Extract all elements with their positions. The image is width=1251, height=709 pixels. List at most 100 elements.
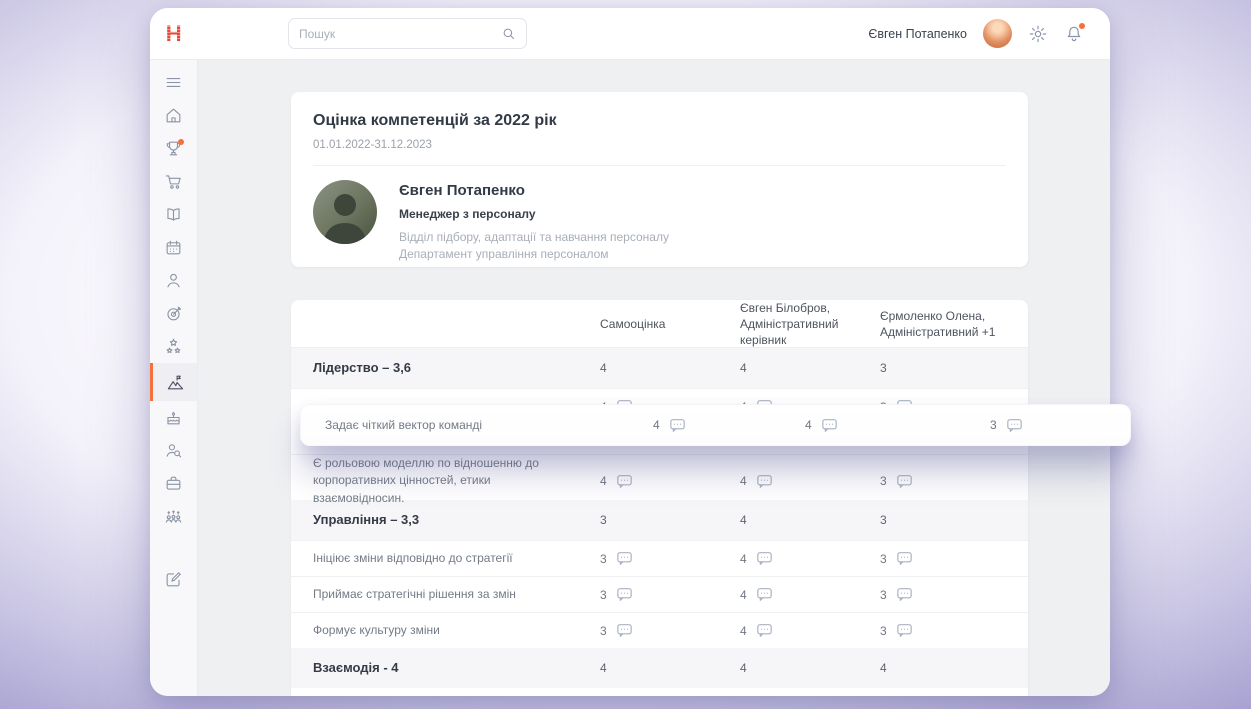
score-cell: 4 xyxy=(740,361,880,375)
score-value: 3 xyxy=(880,474,887,488)
employee-department: Відділ підбору, адаптації та навчання пе… xyxy=(399,229,669,264)
sidebar-item-cake[interactable] xyxy=(150,401,197,434)
score-value: 4 xyxy=(740,474,747,488)
comment-icon[interactable] xyxy=(896,587,913,602)
competency-category-row[interactable]: Лідерство – 3,6443 xyxy=(291,348,1028,388)
sidebar-item-note-edit[interactable] xyxy=(150,563,197,596)
sidebar-item-team[interactable] xyxy=(150,500,197,533)
score-cell: 4 xyxy=(740,587,880,602)
score-value: 3 xyxy=(880,361,887,375)
score-cell: 4 xyxy=(600,474,740,489)
score-value: 4 xyxy=(740,661,747,675)
department-line-1: Відділ підбору, адаптації та навчання пе… xyxy=(399,229,669,246)
score-value: 3 xyxy=(880,624,887,638)
sidebar-item-briefcase[interactable] xyxy=(150,467,197,500)
search-icon[interactable] xyxy=(501,26,516,41)
comment-icon[interactable] xyxy=(756,474,773,489)
comment-icon[interactable] xyxy=(896,623,913,638)
calendar-icon xyxy=(164,238,183,257)
book-reader-icon xyxy=(164,205,183,224)
employee-profile: Євген Потапенко Менеджер з персоналу Від… xyxy=(313,180,1006,264)
briefcase-icon xyxy=(164,474,183,493)
score-cell: 3 xyxy=(880,623,1028,638)
comment-icon[interactable] xyxy=(896,474,913,489)
page-title: Оцінка компетенцій за 2022 рік xyxy=(313,112,1006,130)
sidebar-item-target[interactable] xyxy=(150,297,197,330)
target-icon xyxy=(164,304,183,323)
score-value: 3 xyxy=(600,588,607,602)
comment-icon[interactable] xyxy=(616,623,633,638)
competency-item-row[interactable]: Приймає стратегічні рішення за змін343 xyxy=(291,576,1028,612)
sidebar-item-cart[interactable] xyxy=(150,165,197,198)
logo-container[interactable]: H xyxy=(150,21,198,47)
gear-icon[interactable] xyxy=(1028,24,1048,44)
main-content: Оцінка компетенцій за 2022 рік 01.01.202… xyxy=(198,60,1110,696)
employee-photo xyxy=(313,180,377,244)
top-bar: H Євген Потапенко xyxy=(150,8,1110,60)
comment-icon[interactable] xyxy=(1006,418,1023,433)
comment-icon[interactable] xyxy=(821,418,838,433)
sidebar-item-book-reader[interactable] xyxy=(150,198,197,231)
user-avatar[interactable] xyxy=(983,19,1012,48)
sidebar-item-menu[interactable] xyxy=(150,66,197,99)
comment-icon[interactable] xyxy=(756,623,773,638)
comment-icon[interactable] xyxy=(669,418,686,433)
score-value: 4 xyxy=(653,418,660,432)
score-cell: 3 xyxy=(880,361,1028,375)
sidebar-notification-dot xyxy=(178,139,184,145)
dragged-row[interactable]: Задає чіткий вектор команді 443 xyxy=(300,404,1131,446)
team-icon xyxy=(164,507,183,526)
sidebar-item-home[interactable] xyxy=(150,99,197,132)
row-label: Приймає стратегічні рішення за змін xyxy=(291,586,600,603)
comment-icon[interactable] xyxy=(616,587,633,602)
dragged-score-cell: 3 xyxy=(990,418,1023,433)
competency-category-row[interactable]: Взаємодія - 4444 xyxy=(291,648,1028,688)
row-label: Управління – 3,3 xyxy=(291,511,600,530)
dragged-score-cell: 4 xyxy=(805,418,838,433)
row-label: Є рольовою моделлю по відношенню до корп… xyxy=(291,455,600,507)
score-value: 4 xyxy=(805,418,812,432)
score-value: 3 xyxy=(600,513,607,527)
sidebar-nav xyxy=(150,60,198,696)
user-search-icon xyxy=(164,441,183,460)
cart-icon xyxy=(164,172,183,191)
sidebar-item-mountain-flag[interactable] xyxy=(150,363,197,401)
score-cell: 3 xyxy=(880,474,1028,489)
app-window: H Євген Потапенко Оцінка компетенцій за … xyxy=(150,8,1110,696)
comment-icon[interactable] xyxy=(756,551,773,566)
competency-item-row[interactable]: Формує культуру зміни343 xyxy=(291,612,1028,648)
score-cell: 3 xyxy=(600,551,740,566)
comment-icon[interactable] xyxy=(756,587,773,602)
sidebar-item-trophy[interactable] xyxy=(150,132,197,165)
current-user-name: Євген Потапенко xyxy=(868,27,967,41)
competency-item-row[interactable]: Є рольовою моделлю по відношенню до корп… xyxy=(291,454,1028,500)
score-cell: 4 xyxy=(740,551,880,566)
comment-icon[interactable] xyxy=(616,551,633,566)
score-cell: 3 xyxy=(880,587,1028,602)
score-value: 4 xyxy=(880,661,887,675)
sidebar-item-user[interactable] xyxy=(150,264,197,297)
app-logo: H xyxy=(166,21,182,47)
score-value: 4 xyxy=(600,474,607,488)
notification-dot xyxy=(1079,23,1085,29)
comment-icon[interactable] xyxy=(616,474,633,489)
bell-button[interactable] xyxy=(1064,24,1084,44)
global-search[interactable] xyxy=(288,18,527,49)
table-header-row: Самооцінка Євген Білобров, Адміністратив… xyxy=(291,300,1028,348)
user-icon xyxy=(164,271,183,290)
score-cell: 3 xyxy=(600,513,740,527)
dragged-score-cell: 4 xyxy=(653,418,686,433)
employee-name: Євген Потапенко xyxy=(399,182,669,199)
sidebar-item-stars[interactable] xyxy=(150,330,197,363)
sidebar-item-calendar[interactable] xyxy=(150,231,197,264)
search-input[interactable] xyxy=(299,27,501,41)
column-header-self: Самооцінка xyxy=(600,316,740,332)
score-value: 4 xyxy=(600,661,607,675)
score-value: 3 xyxy=(600,552,607,566)
competency-item-row[interactable]: Ініціює зміни відповідно до стратегії343 xyxy=(291,540,1028,576)
score-value: 3 xyxy=(600,624,607,638)
comment-icon[interactable] xyxy=(896,551,913,566)
cake-icon xyxy=(164,408,183,427)
sidebar-item-user-search[interactable] xyxy=(150,434,197,467)
score-cell: 4 xyxy=(740,661,880,675)
